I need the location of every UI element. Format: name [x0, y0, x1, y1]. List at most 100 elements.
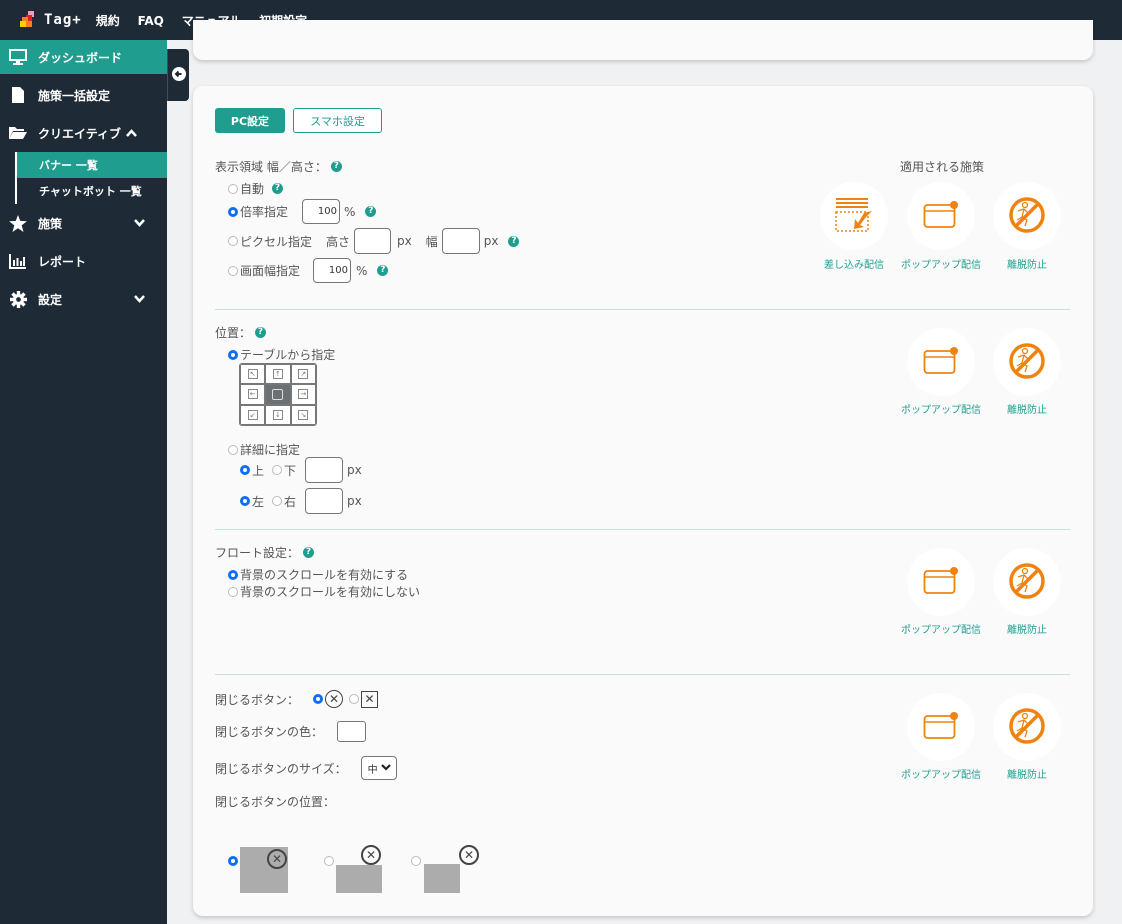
divider	[215, 674, 1070, 675]
radio-top[interactable]	[240, 465, 250, 475]
popup-delivery-badge	[907, 182, 975, 250]
popup-window-icon	[923, 346, 959, 379]
sidebar-item-bulk-settings[interactable]: 施策一括設定	[0, 76, 167, 114]
insert-delivery-badge	[820, 182, 888, 250]
vertical-offset-input[interactable]	[305, 457, 344, 483]
option-auto[interactable]: 自動 ?	[228, 180, 284, 197]
tab-smartphone-settings[interactable]: スマホ設定	[293, 108, 382, 133]
sidebar-item-creative[interactable]: クリエイティブ	[0, 114, 167, 152]
horizontal-offset-input[interactable]	[305, 488, 344, 514]
sidebar-collapse-button[interactable]	[167, 49, 189, 101]
grid-cell-top-left[interactable]: ↖	[240, 364, 266, 385]
popup-delivery-badge	[907, 693, 975, 761]
applied-measures-title: 適用される施策	[900, 160, 985, 174]
popup-delivery-badge	[907, 328, 975, 396]
folder-open-icon	[8, 124, 28, 142]
close-color-picker[interactable]	[337, 721, 367, 742]
radio-auto[interactable]	[228, 183, 238, 194]
float-heading: フロート設定： ?	[215, 544, 315, 561]
chevron-down-icon	[380, 763, 391, 774]
sidebar-item-label: 設定	[38, 292, 63, 307]
sidebar-item-dashboard[interactable]: ダッシュボード	[0, 40, 167, 74]
popup-delivery-badge	[907, 548, 975, 616]
radio-ratio[interactable]	[228, 206, 238, 217]
option-pixel[interactable]: ピクセル指定 高さ px 幅 px ?	[228, 228, 520, 254]
close-size-select[interactable]: 中	[360, 756, 397, 780]
chevron-down-icon	[134, 216, 145, 230]
file-icon	[8, 86, 28, 104]
radio-close-square[interactable]	[349, 694, 360, 704]
close-circle-icon: ✕	[459, 845, 479, 865]
sidebar-item-measures[interactable]: 施策	[0, 204, 167, 242]
nav-faq[interactable]: FAQ	[138, 14, 164, 28]
radio-close-position-inside[interactable]	[228, 853, 240, 867]
no-running-icon	[1008, 196, 1046, 237]
help-icon[interactable]: ?	[330, 161, 342, 172]
radio-bottom[interactable]	[272, 465, 283, 475]
radio-close-circle[interactable]	[313, 694, 324, 704]
grid-cell-right[interactable]: →	[290, 384, 316, 405]
popup-window-icon	[923, 200, 959, 233]
help-icon[interactable]: ?	[255, 327, 267, 338]
popup-delivery-label: ポップアップ配信	[901, 260, 981, 271]
close-button-type-row: 閉じるボタン： ✕ ✕	[215, 690, 379, 708]
logo-icon	[20, 11, 38, 29]
radio-table-position[interactable]	[228, 349, 238, 360]
sidebar-subitem-banner-list[interactable]: バナー 一覧	[17, 152, 167, 178]
radio-scroll-enable[interactable]	[228, 569, 238, 580]
close-button-size-row: 閉じるボタンのサイズ： 中	[215, 756, 397, 780]
horizontal-position-row: 左 右 px	[240, 488, 362, 514]
close-button-color-row: 閉じるボタンの色：	[215, 721, 367, 742]
radio-close-position-outside[interactable]	[411, 853, 423, 867]
previous-card	[193, 20, 1093, 60]
position-heading: 位置： ?	[215, 324, 267, 341]
tab-pc-settings[interactable]: PC設定	[215, 108, 285, 133]
radio-pixel[interactable]	[228, 236, 238, 246]
grid-cell-center[interactable]	[265, 384, 291, 405]
insert-delivery-icon	[834, 197, 874, 236]
help-icon[interactable]: ?	[365, 206, 377, 217]
sidebar-item-label: 施策一括設定	[38, 88, 111, 103]
pixel-width-input[interactable]	[441, 228, 480, 254]
divider	[215, 309, 1070, 310]
radio-screen-width[interactable]	[228, 265, 238, 276]
help-icon[interactable]: ?	[508, 235, 520, 247]
help-icon[interactable]: ?	[272, 183, 284, 194]
screen-width-input[interactable]: 100	[313, 258, 352, 283]
radio-close-position-corner[interactable]	[324, 853, 336, 867]
option-screen-width[interactable]: 画面幅指定 100 % ?	[228, 258, 389, 283]
exit-prevention-badge	[993, 182, 1061, 250]
nav-terms[interactable]: 規約	[96, 14, 120, 28]
chevron-down-icon	[134, 292, 145, 306]
grid-cell-top-right[interactable]: ↗	[290, 364, 316, 385]
vertical-position-row: 上 下 px	[240, 457, 362, 483]
option-ratio[interactable]: 倍率指定 100 % ?	[228, 199, 377, 224]
sidebar-subitem-chatbot-list[interactable]: チャットボット 一覧	[17, 178, 167, 204]
sidebar-item-report[interactable]: レポート	[0, 242, 167, 280]
help-icon[interactable]: ?	[303, 547, 315, 558]
grid-cell-top[interactable]: ↑	[265, 364, 291, 385]
grid-cell-bottom[interactable]: ↓	[265, 404, 291, 425]
radio-right[interactable]	[272, 496, 283, 506]
radio-left[interactable]	[240, 496, 250, 506]
exit-prevention-badge	[993, 548, 1061, 616]
grid-cell-left[interactable]: ←	[240, 384, 266, 405]
pixel-height-input[interactable]	[354, 228, 392, 254]
option-detail-position[interactable]: 詳細に指定	[228, 441, 300, 458]
sidebar-item-settings[interactable]: 設定	[0, 280, 167, 318]
close-circle-icon: ✕	[267, 849, 287, 869]
close-circle-icon: ✕	[325, 690, 344, 708]
logo[interactable]: Tag+	[20, 11, 82, 29]
sidebar-item-label: レポート	[38, 254, 87, 269]
grid-cell-bottom-right[interactable]: ↘	[290, 404, 316, 425]
ratio-input[interactable]: 100	[302, 199, 341, 224]
help-icon[interactable]: ?	[377, 265, 389, 276]
grid-cell-bottom-left[interactable]: ↙	[240, 404, 266, 425]
option-scroll-disable[interactable]: 背景のスクロールを有効にしない	[228, 583, 420, 600]
exit-prevention-label: 離脱防止	[1007, 770, 1047, 781]
exit-prevention-badge	[993, 328, 1061, 396]
option-table-position[interactable]: テーブルから指定	[228, 346, 335, 363]
radio-scroll-disable[interactable]	[228, 586, 238, 597]
radio-detail-position[interactable]	[228, 444, 238, 455]
option-scroll-enable[interactable]: 背景のスクロールを有効にする	[228, 566, 408, 583]
